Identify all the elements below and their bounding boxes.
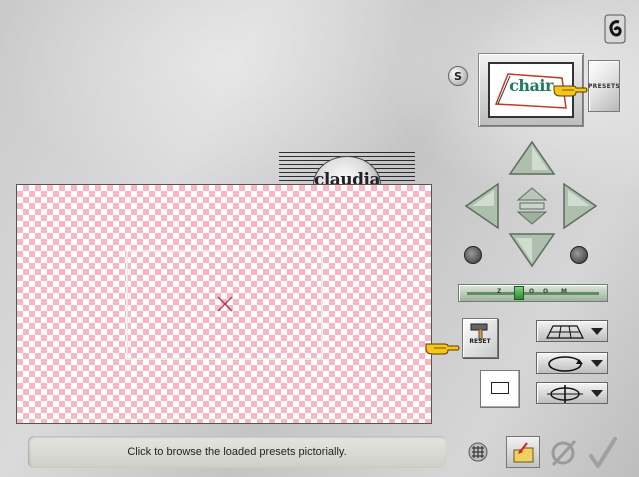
rotate-left-knob-icon[interactable] [464,246,482,264]
pointing-hand-icon [424,336,460,356]
cancel-icon[interactable] [549,438,579,468]
center-arrows-icon[interactable] [512,186,552,230]
presets-button[interactable]: PRESETS [588,60,620,112]
arrow-down-icon[interactable] [508,232,556,272]
perspective-grid-icon [546,325,584,339]
status-bar: Click to browse the loaded presets picto… [28,436,446,468]
shape-preview-button[interactable] [480,370,520,408]
zoom-letter-m: M [561,288,567,295]
rectangle-shape-icon [491,382,509,394]
presets-label: PRESETS [587,82,621,90]
zoom-slider-thumb[interactable] [514,286,524,300]
arrow-left-icon[interactable] [464,182,500,234]
reset-button[interactable]: RESET [462,318,498,358]
pointing-hand-icon [552,78,588,98]
flip-dropdown[interactable] [536,382,608,404]
rotate-dropdown[interactable] [536,352,608,374]
zoom-letter-o2: O [543,288,549,295]
grid-icon[interactable] [468,442,488,462]
zoom-letter-z: Z [497,288,502,295]
arrow-up-icon[interactable] [508,140,556,180]
app-logo-icon[interactable] [604,14,626,44]
rotate-right-knob-icon[interactable] [570,246,588,264]
ok-checkmark-icon[interactable] [588,436,618,470]
flip-axis-icon [547,385,583,403]
crosshair-icon[interactable] [216,295,234,313]
arrow-right-icon[interactable] [562,182,598,234]
open-folder-button[interactable] [506,436,540,468]
rotate-loop-icon [548,356,583,372]
s-button[interactable]: S [448,66,468,86]
s-button-label: S [454,69,462,83]
perspective-dropdown[interactable] [536,320,608,342]
preview-canvas[interactable] [16,184,432,424]
open-folder-icon [513,442,534,463]
reset-label: RESET [469,338,491,345]
zoom-letter-o1: O [529,288,535,295]
zoom-slider[interactable]: Z O O M [458,284,608,302]
status-message: Click to browse the loaded presets picto… [127,446,347,458]
